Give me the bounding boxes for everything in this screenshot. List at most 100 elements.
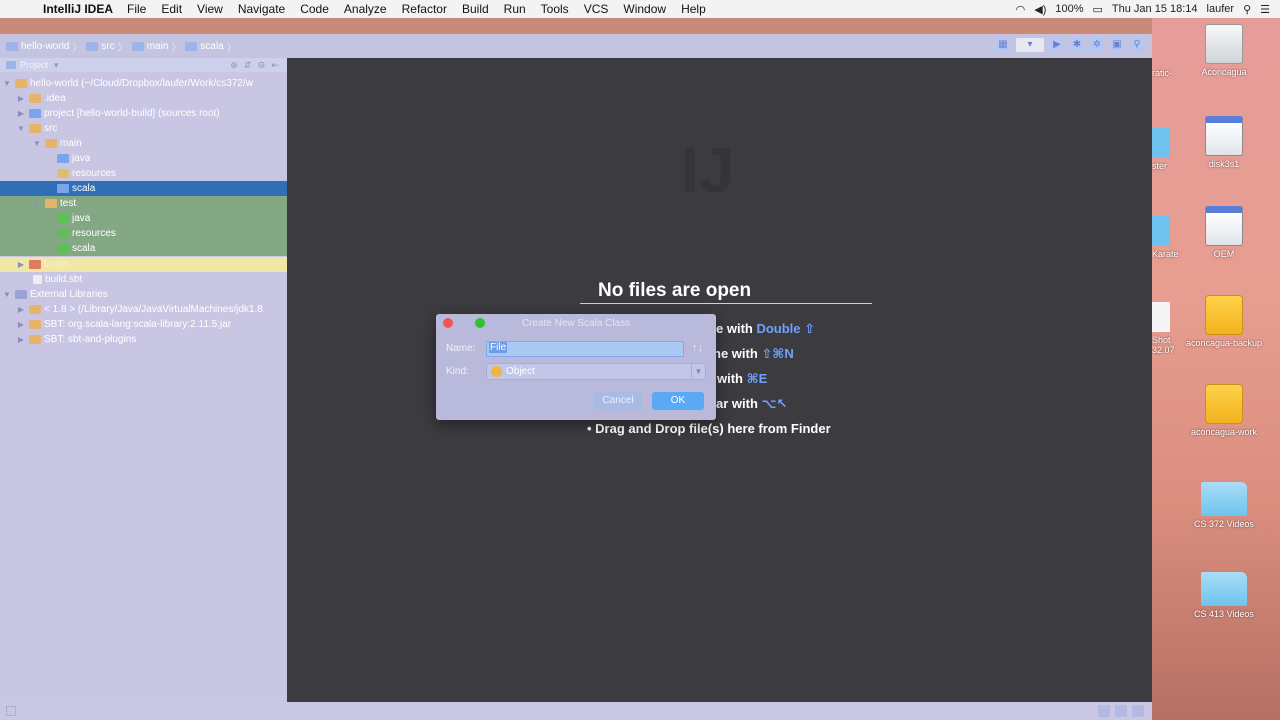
desktop-icon-aconcagua-backup[interactable]: aconcagua-backup <box>1169 295 1279 349</box>
menubar-clock[interactable]: Thu Jan 15 18:14 <box>1112 3 1198 15</box>
menu-view[interactable]: View <box>197 2 223 16</box>
desktop-partial-icon[interactable]: Karate <box>1152 216 1179 259</box>
breadcrumb-main[interactable]: main 〉 <box>131 39 181 54</box>
class-name-input[interactable]: File <box>486 341 684 357</box>
run-config-dropdown[interactable]: ▾ <box>1016 38 1044 52</box>
menu-build[interactable]: Build <box>462 2 489 16</box>
sync-icon[interactable]: ⊕ <box>230 60 238 71</box>
breadcrumb-scala[interactable]: scala 〉 <box>185 39 237 54</box>
menu-window[interactable]: Window <box>623 2 666 16</box>
hector-icon[interactable] <box>1132 705 1144 717</box>
collapsed-arrow-icon[interactable]: ▶ <box>16 305 26 314</box>
menu-navigate[interactable]: Navigate <box>238 2 285 16</box>
desktop-icon-disk3s1[interactable]: disk3s1 <box>1169 116 1279 170</box>
library-icon <box>15 290 27 299</box>
menu-vcs[interactable]: VCS <box>584 2 609 16</box>
ok-button[interactable]: OK <box>652 392 704 410</box>
spotlight-icon[interactable]: ⚲ <box>1243 3 1251 16</box>
collapsed-arrow-icon[interactable]: ▶ <box>16 320 26 329</box>
kind-dropdown[interactable]: Object ▼ <box>486 363 706 380</box>
tree-item-project[interactable]: ▶ project [hello-world-build] (sources r… <box>0 106 287 121</box>
event-log-icon[interactable] <box>1098 705 1110 717</box>
build-icon[interactable]: ▦ <box>996 38 1010 52</box>
sort-icon[interactable]: ↑↓ <box>692 342 703 354</box>
menu-analyze[interactable]: Analyze <box>344 2 387 16</box>
desktop-partial-icon[interactable]: Shot 32.07 <box>1152 302 1175 355</box>
expanded-arrow-icon[interactable]: ▼ <box>32 139 42 148</box>
tree-item-test[interactable]: ▼ test <box>0 196 287 211</box>
tree-item-build-sbt[interactable]: build.sbt <box>0 272 287 287</box>
menu-refactor[interactable]: Refactor <box>402 2 447 16</box>
editor-area[interactable]: IJ No files are open e with Double ⇧ ne … <box>287 58 1152 702</box>
battery-icon[interactable]: ▭ <box>1093 3 1103 16</box>
menu-file[interactable]: File <box>127 2 146 16</box>
collapse-icon[interactable]: ⇵ <box>244 60 252 71</box>
search-icon[interactable]: ⚲ <box>1130 38 1144 52</box>
tree-item-idea[interactable]: ▶ .idea <box>0 91 287 106</box>
project-panel-header[interactable]: Project ▾ ⊕ ⇵ ⚙ ⇤ <box>0 58 287 72</box>
menu-help[interactable]: Help <box>681 2 706 16</box>
tree-item-main-java[interactable]: java <box>0 151 287 166</box>
cancel-button[interactable]: Cancel <box>594 392 642 410</box>
menu-edit[interactable]: Edit <box>161 2 182 16</box>
expanded-arrow-icon[interactable]: ▼ <box>32 199 42 208</box>
desktop-icon-cs413-videos[interactable]: CS 413 Videos <box>1169 566 1279 620</box>
tree-item-test-resources[interactable]: resources <box>0 226 287 241</box>
notification-center-icon[interactable]: ☰ <box>1260 3 1270 16</box>
hide-icon[interactable]: ⇤ <box>271 60 279 71</box>
dialog-titlebar[interactable]: Create New Scala Class <box>436 314 716 332</box>
tree-item-src[interactable]: ▼ src <box>0 121 287 136</box>
tree-item-scala-library[interactable]: ▶ SBT: org.scala-lang:scala-library:2.11… <box>0 317 287 332</box>
tool-windows-toggle-icon[interactable] <box>6 706 16 716</box>
tree-item-jdk[interactable]: ▶ < 1.8 > (/Library/Java/JavaVirtualMach… <box>0 302 287 317</box>
tree-item-target[interactable]: ▶ target <box>0 257 287 272</box>
hint-go-to-file: ne with ⇧⌘N <box>713 346 794 362</box>
expanded-arrow-icon[interactable]: ▼ <box>2 79 12 88</box>
tree-item-hello-world[interactable]: ▼ hello-world (~/Cloud/Dropbox/laufer/Wo… <box>0 76 287 91</box>
desktop-partial-icon[interactable]: ratic- <box>1152 68 1172 78</box>
desktop-icon-aconcagua[interactable]: Aconcagua <box>1169 24 1279 78</box>
menu-run[interactable]: Run <box>504 2 526 16</box>
tree-item-main-resources[interactable]: resources <box>0 166 287 181</box>
dialog-title: Create New Scala Class <box>521 318 631 329</box>
expanded-arrow-icon[interactable]: ▼ <box>2 290 12 299</box>
breadcrumb-hello-world[interactable]: hello-world 〉 <box>6 39 82 54</box>
gear-icon[interactable]: ⚙ <box>257 60 265 71</box>
wifi-icon[interactable]: ◠ <box>1016 3 1026 16</box>
tree-item-external-libraries[interactable]: ▼ External Libraries <box>0 287 287 302</box>
chevron-down-icon[interactable]: ▼ <box>691 364 705 379</box>
tree-item-test-java[interactable]: java <box>0 211 287 226</box>
debug-icon[interactable]: ✱ <box>1070 38 1084 52</box>
expanded-arrow-icon[interactable]: ▼ <box>16 124 26 133</box>
breadcrumb-src[interactable]: src 〉 <box>86 39 128 54</box>
collapsed-arrow-icon[interactable]: ▶ <box>16 260 26 269</box>
desktop-partial-label: Shot <box>1152 335 1171 345</box>
tree-item-label: target <box>44 259 70 270</box>
tree-item-test-scala[interactable]: scala <box>0 241 287 256</box>
collapsed-arrow-icon[interactable]: ▶ <box>16 94 26 103</box>
collapsed-arrow-icon[interactable]: ▶ <box>16 335 26 344</box>
desktop-icon-oem[interactable]: OEM <box>1169 206 1279 260</box>
tree-item-main-scala[interactable]: scala <box>0 181 287 196</box>
menubar-user[interactable]: laufer <box>1207 3 1235 15</box>
breadcrumb-separator-icon: 〉 <box>72 42 83 54</box>
tree-item-sbt-plugins[interactable]: ▶ SBT: sbt-and-plugins <box>0 332 287 347</box>
menu-code[interactable]: Code <box>300 2 329 16</box>
resources-folder-icon <box>57 169 69 178</box>
tree-item-main[interactable]: ▼ main <box>0 136 287 151</box>
project-structure-icon[interactable]: ▣ <box>1110 38 1124 52</box>
coverage-icon[interactable]: ✲ <box>1090 38 1104 52</box>
desktop-icon-aconcagua-work[interactable]: aconcagua-work <box>1169 384 1279 438</box>
desktop-icon-cs372-videos[interactable]: CS 372 Videos <box>1169 476 1279 530</box>
volume-icon[interactable]: ◀) <box>1034 3 1046 16</box>
desktop-partial-icon[interactable]: ster <box>1152 128 1170 171</box>
run-icon[interactable]: ▶ <box>1050 38 1064 52</box>
menu-app-name[interactable]: IntelliJ IDEA <box>43 2 113 16</box>
chevron-down-icon[interactable]: ▾ <box>54 60 59 71</box>
lock-icon[interactable] <box>1115 705 1127 717</box>
hint-text: • Drag and Drop file(s) here from Finder <box>587 421 831 436</box>
kind-label: Kind: <box>446 366 469 377</box>
menu-tools[interactable]: Tools <box>541 2 569 16</box>
battery-percent[interactable]: 100% <box>1055 3 1083 15</box>
collapsed-arrow-icon[interactable]: ▶ <box>16 109 26 118</box>
